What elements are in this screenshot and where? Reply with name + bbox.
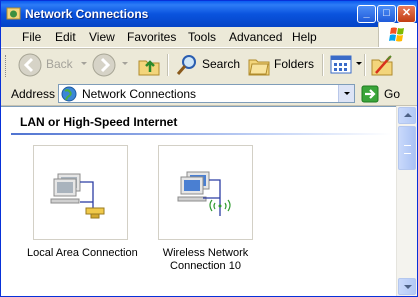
window-title: Network Connections bbox=[25, 7, 149, 21]
chevron-up-icon bbox=[404, 113, 412, 117]
group-divider bbox=[11, 133, 391, 135]
search-label[interactable]: Search bbox=[202, 57, 240, 71]
toolbar-separator bbox=[167, 54, 169, 76]
up-folder-icon[interactable] bbox=[137, 52, 161, 78]
address-label: Address bbox=[11, 87, 56, 101]
scroll-thumb[interactable] bbox=[398, 126, 416, 170]
menu-help[interactable]: Help bbox=[292, 30, 317, 44]
thumb-grip bbox=[404, 145, 411, 154]
address-dropdown-button[interactable] bbox=[338, 85, 354, 102]
go-arrow-icon bbox=[361, 85, 379, 103]
standard-toolbar: Back Search Folders bbox=[1, 48, 417, 84]
views-icon[interactable] bbox=[330, 52, 352, 78]
lan-connection-caption[interactable]: Local Area Connection bbox=[27, 247, 138, 260]
maximize-button[interactable]: □ bbox=[377, 5, 396, 23]
scroll-down-button[interactable] bbox=[398, 278, 416, 295]
windows-logo-icon bbox=[378, 23, 417, 47]
address-bar: Address Network Connections Go bbox=[1, 83, 417, 106]
wireless-caption-line-1[interactable]: Wireless Network bbox=[158, 247, 253, 260]
back-dropdown-icon[interactable] bbox=[81, 62, 87, 65]
toolbar-separator bbox=[322, 54, 324, 76]
content-pane: LAN or High-Speed Internet Local Area Co… bbox=[1, 106, 396, 296]
folder-options-icon[interactable] bbox=[370, 52, 394, 78]
menu-file[interactable]: File bbox=[22, 30, 41, 44]
folders-icon[interactable] bbox=[247, 52, 271, 78]
chevron-down-icon bbox=[404, 285, 412, 289]
forward-dropdown-icon[interactable] bbox=[122, 62, 128, 65]
chevron-down-icon bbox=[344, 92, 350, 95]
network-folder-icon bbox=[6, 7, 21, 20]
menu-view[interactable]: View bbox=[89, 30, 115, 44]
wireless-connection-icon bbox=[177, 171, 231, 216]
list-item-wireless-connection[interactable] bbox=[158, 145, 253, 240]
toolbar-grip[interactable] bbox=[5, 55, 9, 77]
title-bar[interactable]: Network Connections _ □ ✕ bbox=[1, 1, 417, 27]
menu-tools[interactable]: Tools bbox=[188, 30, 216, 44]
close-button[interactable]: ✕ bbox=[397, 5, 416, 23]
menu-favorites[interactable]: Favorites bbox=[127, 30, 176, 44]
group-header: LAN or High-Speed Internet bbox=[20, 115, 178, 129]
lan-connection-icon bbox=[50, 173, 105, 219]
toolbar-separator bbox=[364, 54, 366, 76]
back-label[interactable]: Back bbox=[46, 57, 73, 71]
go-label[interactable]: Go bbox=[384, 87, 400, 101]
views-dropdown-icon[interactable] bbox=[356, 62, 362, 65]
go-button[interactable]: Go bbox=[361, 85, 411, 103]
vertical-scrollbar[interactable] bbox=[396, 106, 417, 296]
scroll-up-button[interactable] bbox=[398, 107, 416, 124]
address-input[interactable]: Network Connections bbox=[58, 84, 355, 103]
explorer-window: Network Connections _ □ ✕ File Edit View… bbox=[0, 0, 418, 297]
menu-advanced[interactable]: Advanced bbox=[229, 30, 282, 44]
address-value[interactable]: Network Connections bbox=[82, 87, 196, 101]
wireless-caption-line-2[interactable]: Connection 10 bbox=[158, 260, 253, 273]
back-arrow-icon[interactable] bbox=[17, 52, 43, 78]
list-item-local-area-connection[interactable] bbox=[33, 145, 128, 240]
folders-label[interactable]: Folders bbox=[274, 57, 314, 71]
network-globe-icon bbox=[61, 86, 77, 102]
minimize-button[interactable]: _ bbox=[357, 5, 376, 23]
menu-edit[interactable]: Edit bbox=[55, 30, 76, 44]
menu-bar: File Edit View Favorites Tools Advanced … bbox=[1, 23, 417, 48]
search-icon[interactable] bbox=[175, 52, 199, 78]
forward-arrow-icon[interactable] bbox=[91, 52, 117, 78]
